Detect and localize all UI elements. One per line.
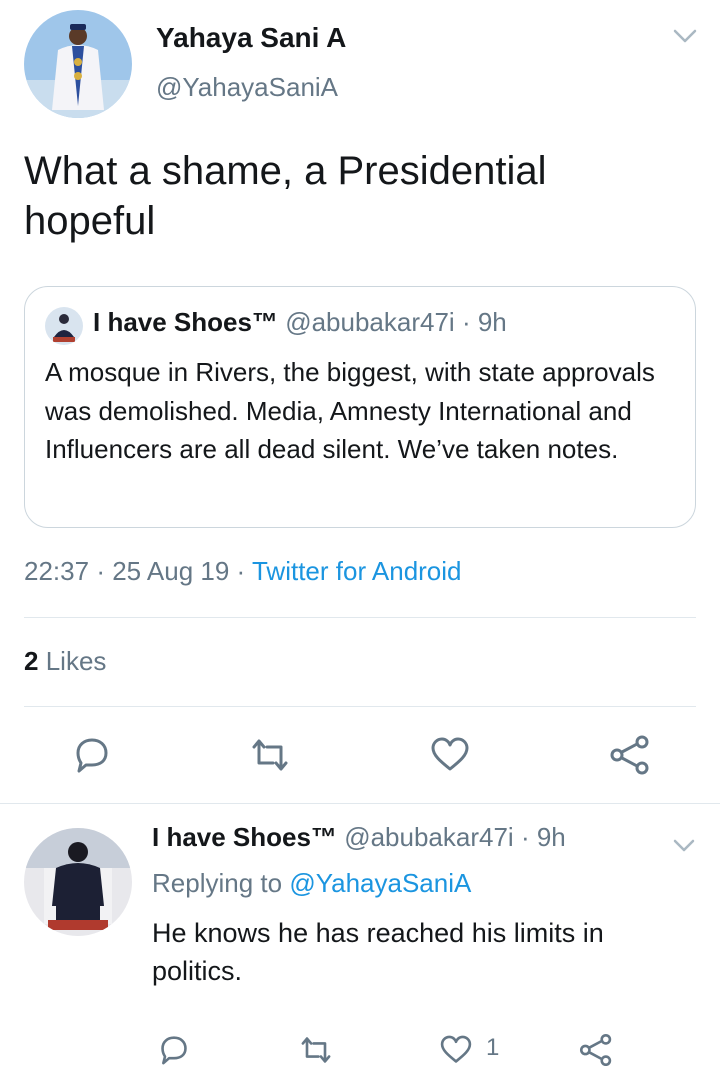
retweet-button[interactable]: [248, 733, 292, 777]
replying-prefix: Replying to: [152, 868, 283, 898]
reply-reply-button[interactable]: [156, 1032, 192, 1068]
tweet-time: 22:37: [24, 556, 90, 586]
heart-icon: [431, 737, 469, 771]
reply-author-name[interactable]: I have Shoes™: [152, 822, 337, 852]
likes-label: Likes: [45, 646, 107, 676]
reply-author-handle[interactable]: @abubakar47i: [344, 822, 514, 852]
quoted-author-avatar: [45, 307, 83, 345]
divider: [24, 706, 696, 707]
quoted-header: I have Shoes™ @abubakar47i · 9h: [93, 307, 507, 338]
share-icon: [579, 1033, 612, 1067]
tweet-source-link[interactable]: Twitter for Android: [252, 556, 462, 586]
reply-author-avatar[interactable]: [24, 828, 132, 936]
replying-to: Replying to @YahayaSaniA: [152, 868, 471, 899]
quoted-tweet[interactable]: I have Shoes™ @abubakar47i · 9h A mosque…: [24, 286, 696, 528]
reply-button[interactable]: [70, 733, 114, 777]
replying-to-link[interactable]: @YahayaSaniA: [289, 868, 471, 898]
divider: [24, 617, 696, 618]
quoted-author-name: I have Shoes™: [93, 307, 278, 337]
reply-share-button[interactable]: [578, 1032, 614, 1068]
reply-retweet-button[interactable]: [298, 1032, 334, 1068]
likes-count: 2: [24, 646, 39, 676]
tweet-text: What a shame, a Presidential hopeful: [24, 149, 547, 243]
retweet-icon: [301, 1037, 331, 1063]
share-icon: [610, 735, 649, 775]
author-handle[interactable]: @YahayaSaniA: [156, 72, 338, 103]
divider: [0, 803, 720, 804]
quoted-time: · 9h: [461, 307, 507, 337]
reply-icon: [76, 738, 108, 773]
author-avatar[interactable]: [24, 10, 132, 118]
reply-header: I have Shoes™ @abubakar47i · 9h: [152, 822, 566, 853]
chevron-down-icon[interactable]: [670, 24, 700, 48]
author-name[interactable]: Yahaya Sani A: [156, 22, 346, 54]
tweet-meta: 22:37 · 25 Aug 19 · Twitter for Android: [24, 556, 462, 587]
likes-stat[interactable]: 2 Likes: [24, 646, 106, 677]
like-button[interactable]: [428, 733, 472, 777]
quoted-text: A mosque in Rivers, the biggest, with st…: [45, 357, 655, 464]
tweet-date: · 25 Aug 19 ·: [96, 556, 246, 586]
reply-text: He knows he has reached his limits in po…: [152, 918, 604, 986]
reply-like-button[interactable]: [438, 1032, 474, 1068]
reply-time: · 9h: [520, 822, 566, 852]
quoted-author-handle: @abubakar47i: [285, 307, 455, 337]
retweet-icon: [252, 739, 288, 771]
heart-icon: [440, 1035, 472, 1063]
reply-icon: [161, 1036, 187, 1065]
share-button[interactable]: [608, 733, 652, 777]
reply-like-count: 1: [486, 1034, 500, 1061]
chevron-down-icon[interactable]: [670, 834, 698, 856]
